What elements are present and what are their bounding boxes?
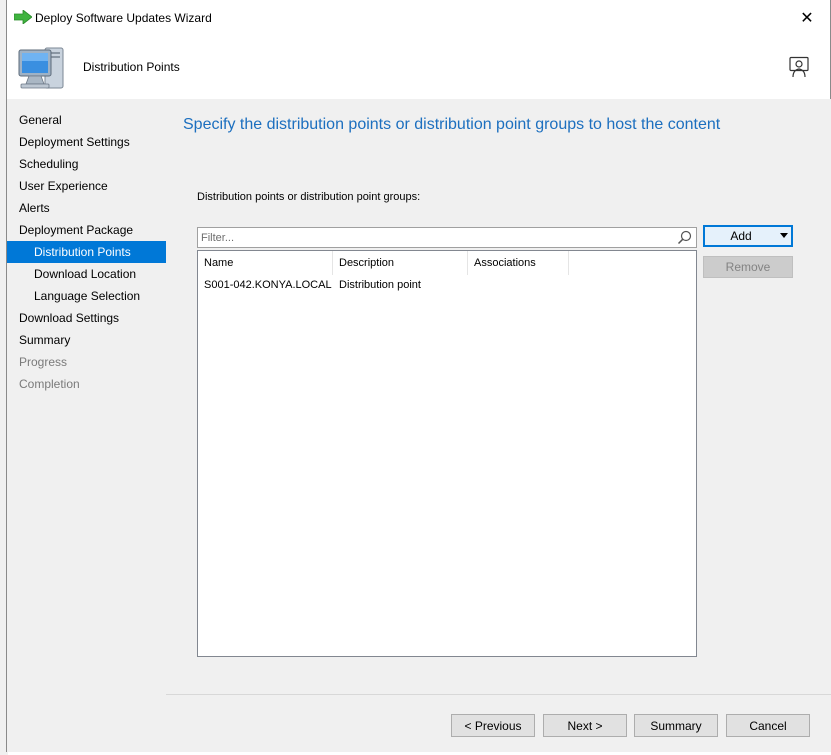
column-header-name[interactable]: Name xyxy=(198,251,333,275)
nav-item-download-settings[interactable]: Download Settings xyxy=(7,307,166,329)
nav-item-download-location[interactable]: Download Location xyxy=(7,263,166,285)
nav-item-alerts[interactable]: Alerts xyxy=(7,197,166,219)
summary-button[interactable]: Summary xyxy=(634,714,718,737)
nav-item-progress: Progress xyxy=(19,355,68,369)
filter-input[interactable] xyxy=(201,230,671,245)
nav-item-scheduling[interactable]: Scheduling xyxy=(7,153,166,175)
nav-item-completion: Completion xyxy=(19,377,80,391)
window-title: Deploy Software Updates Wizard xyxy=(35,11,212,25)
nav-item-general[interactable]: General xyxy=(7,109,166,131)
wizard-header: Distribution Points xyxy=(7,36,830,99)
nav-item-deployment-settings[interactable]: Deployment Settings xyxy=(7,131,166,153)
add-button-label: Add xyxy=(730,229,752,243)
footer-divider xyxy=(166,694,831,695)
list-item[interactable]: S001-042.KONYA.LOCAL Distribution point xyxy=(198,275,696,295)
cell-name: S001-042.KONYA.LOCAL xyxy=(204,279,332,291)
nav-item-language-selection[interactable]: Language Selection xyxy=(7,285,166,307)
next-button[interactable]: Next > xyxy=(543,714,627,737)
nav-item-distribution-points[interactable]: Distribution Points xyxy=(7,241,166,263)
nav-item-summary[interactable]: Summary xyxy=(7,329,166,351)
add-button[interactable]: Add xyxy=(703,225,793,247)
nav-item-deployment-package[interactable]: Deployment Package xyxy=(7,219,166,241)
title-bar: Deploy Software Updates Wizard ✕ xyxy=(7,0,830,36)
close-button[interactable]: ✕ xyxy=(784,0,830,36)
wizard-window: Deploy Software Updates Wizard ✕ Distrib… xyxy=(6,0,831,752)
main-heading: Specify the distribution points or distr… xyxy=(183,116,721,133)
help-person-icon[interactable] xyxy=(788,56,810,78)
page-title: Distribution Points xyxy=(83,60,180,74)
column-header-associations[interactable]: Associations xyxy=(468,251,569,275)
dropdown-arrow-icon xyxy=(780,233,788,238)
green-arrow-icon xyxy=(14,10,32,24)
computer-icon xyxy=(18,47,64,89)
remove-button[interactable]: Remove xyxy=(703,256,793,278)
distribution-points-label: Distribution points or distribution poin… xyxy=(197,191,421,203)
filter-box[interactable] xyxy=(197,227,697,248)
close-icon: ✕ xyxy=(800,10,814,27)
cell-description: Distribution point xyxy=(339,279,421,291)
list-header: Name Description Associations xyxy=(198,251,696,275)
wizard-nav: General Deployment Settings Scheduling U… xyxy=(7,99,166,752)
cancel-button[interactable]: Cancel xyxy=(726,714,810,737)
nav-item-user-experience[interactable]: User Experience xyxy=(7,175,166,197)
cell-associations xyxy=(468,275,569,295)
previous-button[interactable]: < Previous xyxy=(451,714,535,737)
column-header-description[interactable]: Description xyxy=(333,251,468,275)
search-icon[interactable] xyxy=(677,230,692,245)
content-panel: Specify the distribution points or distr… xyxy=(166,99,831,752)
distribution-points-list[interactable]: Name Description Associations S001-042.K… xyxy=(197,250,697,657)
